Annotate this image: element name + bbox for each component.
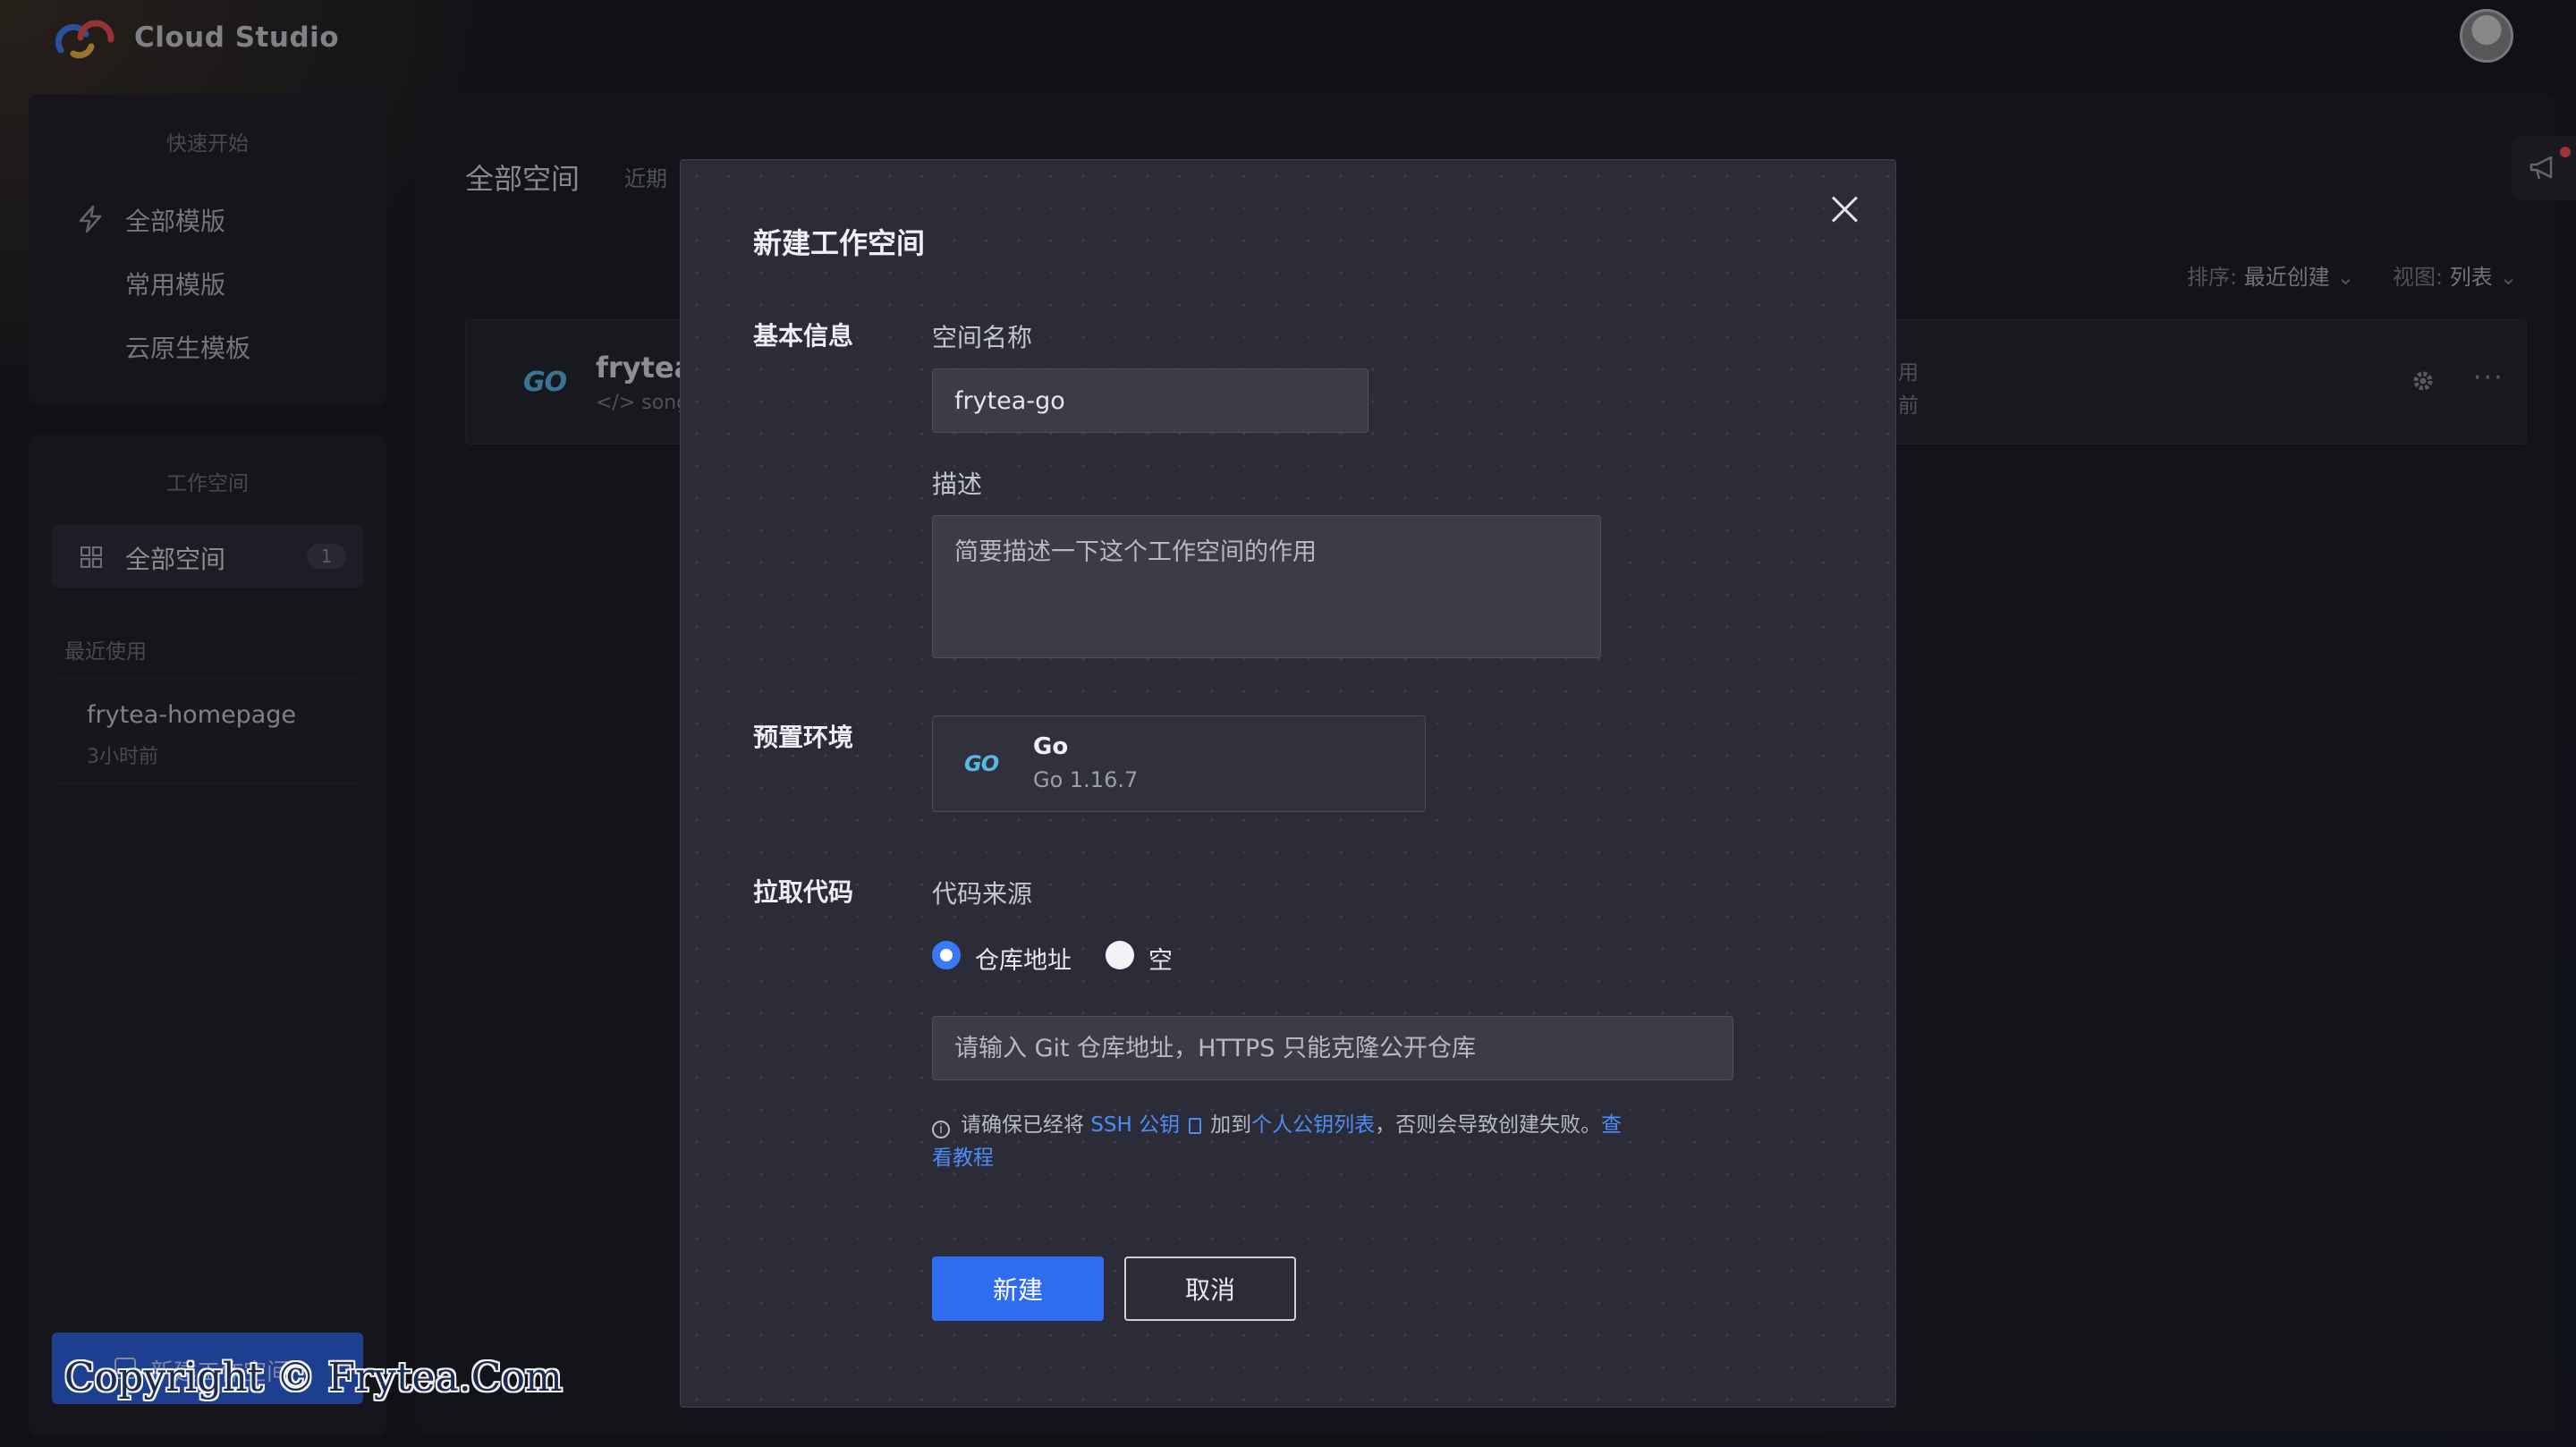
go-env-icon: GO — [964, 751, 999, 776]
ssh-key-hint: i 请确保已经将 SSH 公钥 加到个人公钥列表，否则会导致创建失败。查看教程 — [932, 1109, 1630, 1175]
public-key-list-link[interactable]: 个人公钥列表 — [1251, 1113, 1375, 1137]
environment-card[interactable] — [932, 715, 1426, 812]
space-name-label: 空间名称 — [932, 323, 1033, 352]
repo-url-input[interactable] — [932, 1016, 1733, 1080]
copy-icon[interactable] — [1189, 1118, 1202, 1134]
cancel-button[interactable]: 取消 — [1124, 1257, 1296, 1321]
environment-version: Go 1.16.7 — [1033, 767, 1139, 792]
basic-info-heading: 基本信息 — [753, 321, 854, 351]
environment-name: Go — [1033, 733, 1069, 760]
preset-env-heading: 预置环境 — [753, 723, 854, 752]
hint-text-pre: 请确保已经将 — [961, 1113, 1084, 1137]
hint-text-mid: 加到 — [1210, 1113, 1252, 1137]
copyright-watermark: Copyright © Frytea.Com — [64, 1355, 563, 1400]
close-icon[interactable] — [1830, 194, 1860, 224]
description-label: 描述 — [932, 470, 983, 499]
space-name-input[interactable] — [932, 368, 1368, 433]
empty-radio[interactable] — [1106, 941, 1134, 969]
code-source-label: 代码来源 — [932, 879, 1033, 909]
description-input[interactable] — [932, 515, 1601, 658]
create-button[interactable]: 新建 — [932, 1257, 1104, 1321]
repo-address-radio-label[interactable]: 仓库地址 — [975, 941, 1072, 976]
dialog-title: 新建工作空间 — [753, 226, 926, 260]
pull-code-heading: 拉取代码 — [753, 877, 854, 907]
repo-address-radio[interactable] — [932, 941, 961, 969]
info-icon: i — [932, 1121, 950, 1138]
empty-radio-label[interactable]: 空 — [1148, 941, 1173, 976]
hint-text-post: ，否则会导致创建失败。 — [1375, 1113, 1602, 1137]
ssh-key-link[interactable]: SSH 公钥 — [1090, 1113, 1180, 1137]
